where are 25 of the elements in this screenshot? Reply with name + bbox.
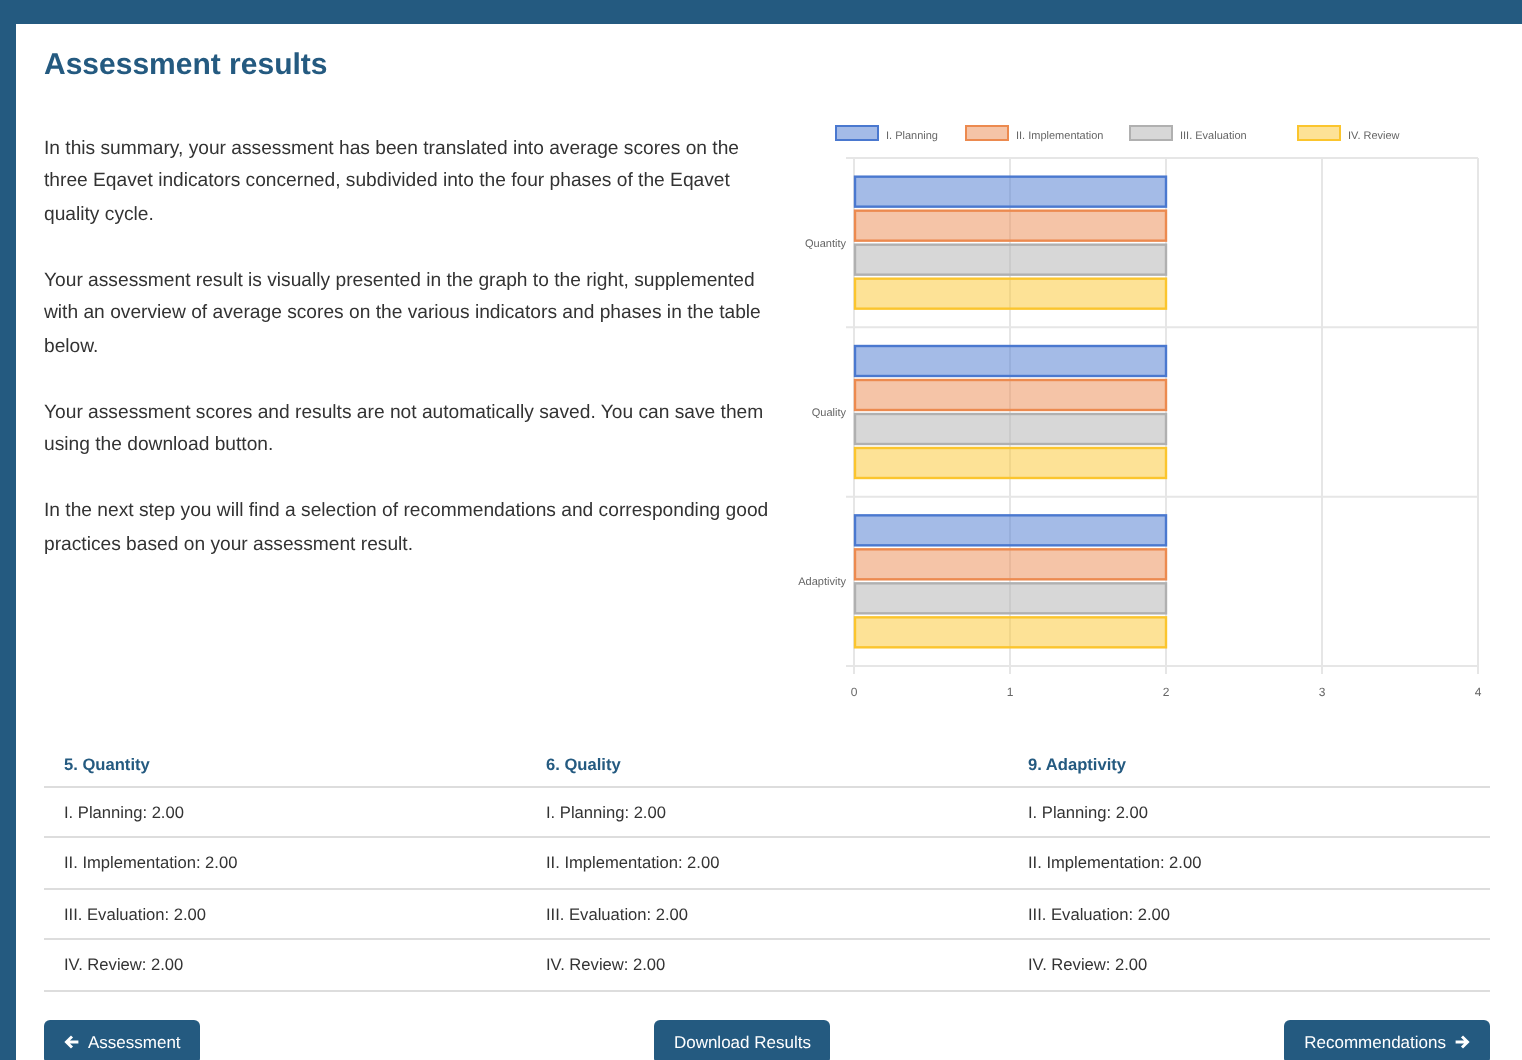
paragraph: Your assessment scores and results are not automatically saved. You can save them using the download button. [44, 399, 766, 460]
paragraph: Your assessment result is visually presented in the graph to the right, supplemented with an overview of average scores on the various indicators and phases in the table below. [44, 267, 763, 361]
paragraph: In this summary, your assessment has been translated into average scores on the three Eqavet indicators concerned, subdivided into the four phases of the Eqavet quality cycle. [44, 135, 742, 229]
table-cell: IV. Review: 2.00 [526, 939, 1008, 991]
column-header: 6. Quality [526, 741, 1008, 787]
paragraph: In the next step you will find a selection of recommendations and corresponding good practices based on your assessment result. [44, 498, 771, 559]
page-title: Assessment results [44, 46, 330, 86]
table-cell: I. Planning: 2.00 [44, 786, 526, 838]
column-header: 9. Adaptivity [1008, 741, 1490, 787]
table-cell: III. Evaluation: 2.00 [1008, 888, 1490, 940]
table-cell: I. Planning: 2.00 [1008, 786, 1490, 838]
column-header: 5. Quantity [44, 741, 526, 787]
table-cell: II. Implementation: 2.00 [1008, 837, 1490, 889]
table-cell: III. Evaluation: 2.00 [526, 888, 1008, 940]
table-cell: III. Evaluation: 2.00 [44, 888, 526, 940]
table-cell: II. Implementation: 2.00 [526, 837, 1008, 889]
right-arrow-icon [1454, 1034, 1470, 1051]
next-button[interactable]: Recommendations [1284, 1019, 1490, 1060]
table-cell: IV. Review: 2.00 [1008, 939, 1490, 991]
left-arrow-icon [64, 1034, 80, 1051]
back-button[interactable]: Assessment [44, 1019, 201, 1060]
table-cell: IV. Review: 2.00 [44, 939, 526, 991]
download-button[interactable]: Download Results [653, 1019, 831, 1060]
table-cell: II. Implementation: 2.00 [44, 837, 526, 889]
table-cell: I. Planning: 2.00 [526, 786, 1008, 838]
